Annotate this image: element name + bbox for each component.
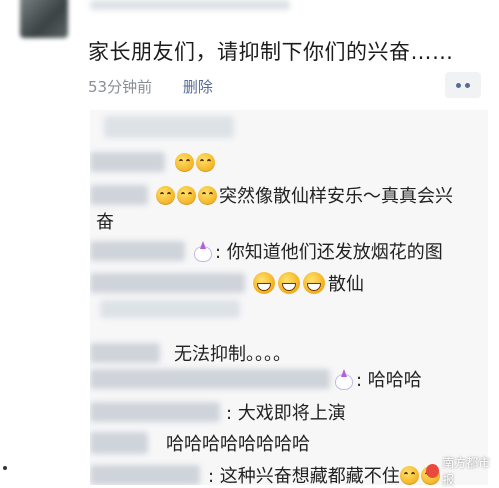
blurred-name — [90, 432, 148, 454]
grinning-emoji-icon — [303, 272, 325, 294]
unicorn-emoji-icon — [191, 241, 213, 262]
message-text: 散仙 — [328, 274, 364, 295]
laughing-emoji-icon — [156, 185, 175, 205]
grinning-emoji-icon — [278, 272, 300, 294]
blurred-nickname — [90, 0, 290, 10]
laughing-emoji-icon — [198, 185, 217, 205]
more-dots-icon — [456, 82, 461, 88]
laughing-emoji-icon — [196, 152, 215, 172]
blurred-name — [90, 465, 200, 485]
laughing-emoji-icon — [399, 465, 419, 485]
more-button[interactable] — [445, 72, 481, 98]
message-text: 奋 — [96, 212, 114, 233]
blurred-line — [100, 300, 240, 318]
message-text: 无法抑制。。。。 — [174, 344, 291, 365]
bullet-dot — [3, 466, 7, 470]
post-meta: 53分钟前 删除 — [88, 76, 213, 97]
laughing-emoji-icon — [175, 152, 194, 172]
blurred-header — [104, 116, 234, 138]
blurred-name — [90, 241, 185, 261]
post-time: 53分钟前 — [88, 78, 153, 96]
laughing-emoji-icon — [177, 185, 196, 205]
watermark: 南方都市报 — [426, 454, 499, 488]
unicorn-emoji-icon — [332, 369, 354, 390]
message-text: : 哈哈哈 — [356, 370, 422, 391]
grinning-emoji-icon — [253, 272, 275, 294]
message-text: 突然像散仙样安乐～真真会兴 — [219, 186, 453, 207]
blurred-name — [90, 152, 165, 172]
blurred-name — [90, 185, 148, 205]
post-text: 家长朋友们，请抑制下你们的兴奋…… — [88, 40, 454, 64]
newspaper-logo-icon — [426, 464, 440, 478]
watermark-text: 南方都市报 — [442, 456, 491, 487]
blurred-name — [90, 273, 245, 293]
message-text: : 你知道他们还发放烟花的图 — [215, 242, 443, 263]
blurred-name — [90, 369, 330, 389]
message-text: : 这种兴奋想藏都藏不住 — [208, 466, 400, 485]
message-text: : 大戏即将上演 — [226, 403, 346, 424]
blurred-name — [90, 343, 160, 363]
delete-link[interactable]: 删除 — [183, 78, 213, 96]
chat-screenshot-image[interactable]: 突然像散仙样安乐～真真会兴 奋 : 你知道他们还发放烟花的图 散仙 无法抑制。。… — [90, 110, 488, 485]
avatar[interactable] — [20, 0, 68, 38]
message-text: 哈哈哈哈哈哈哈哈 — [166, 434, 310, 455]
blurred-name — [90, 402, 220, 422]
